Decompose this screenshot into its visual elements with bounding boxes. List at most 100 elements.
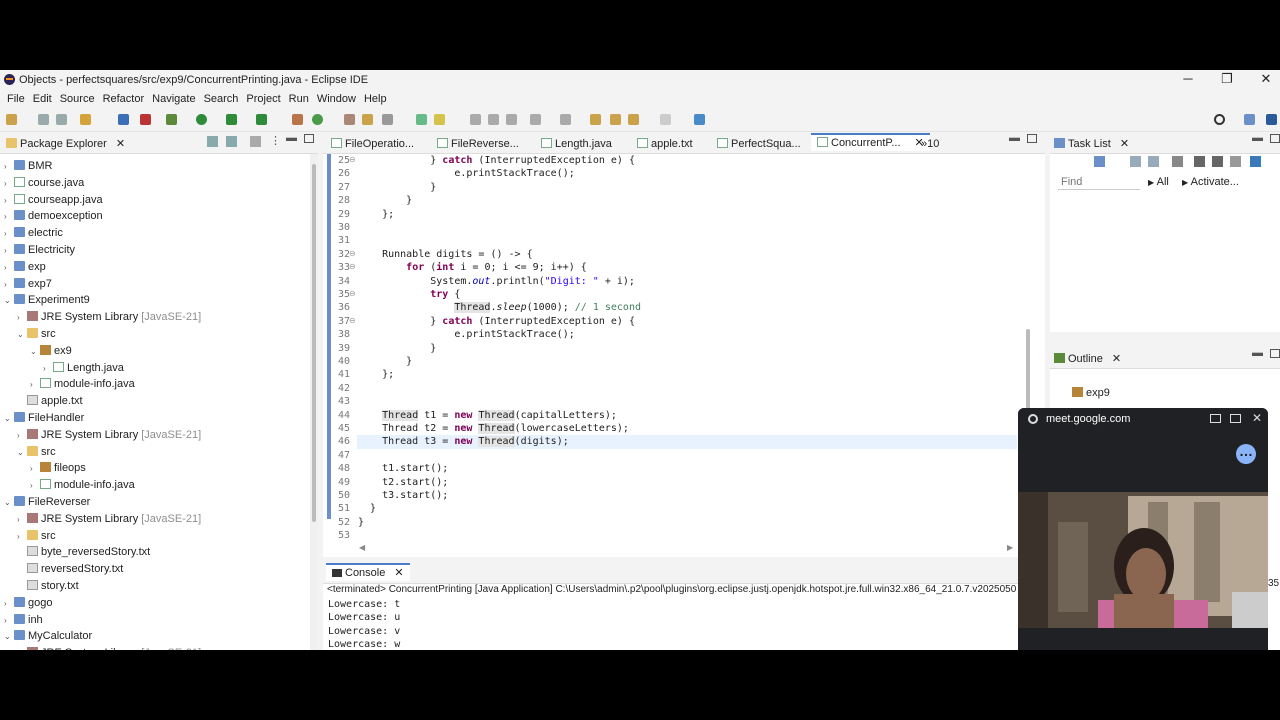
meet-pip-window[interactable]: meet.google.com ✕ …	[1018, 408, 1268, 650]
tree-scrollbar-thumb[interactable]	[312, 164, 316, 522]
tree-item[interactable]: › inh	[4, 612, 43, 628]
tree-item[interactable]: › exp	[4, 259, 46, 275]
code-line[interactable]: }	[358, 194, 412, 207]
maximize-view-icon[interactable]	[1270, 349, 1280, 358]
fold-toggle-icon[interactable]: ⊖	[349, 262, 356, 271]
console-tab[interactable]: Console ✕	[326, 563, 410, 581]
code-line[interactable]: }	[358, 502, 376, 515]
code-line[interactable]: t2.start();	[358, 476, 448, 489]
code-line[interactable]: Runnable digits = () -> {	[358, 248, 533, 261]
menu-source[interactable]: Source	[53, 93, 95, 105]
collapsed-chevron-icon[interactable]: ›	[4, 613, 14, 629]
code-line[interactable]: for (int i = 0; i <= 9; i++) {	[358, 261, 587, 274]
close-icon[interactable]: ✕	[394, 567, 403, 579]
minimize-view-icon[interactable]: ▬	[1252, 132, 1263, 144]
more-options-icon[interactable]: …	[1236, 444, 1256, 464]
show-whitespace-icon[interactable]	[488, 114, 499, 125]
filter-icon[interactable]	[250, 136, 261, 147]
close-icon[interactable]: ✕	[116, 138, 125, 150]
outline-item[interactable]: exp9	[1072, 387, 1110, 399]
save-icon[interactable]	[38, 114, 49, 125]
collapsed-chevron-icon[interactable]: ›	[4, 260, 14, 276]
categorized-icon[interactable]	[1130, 156, 1141, 167]
tree-item[interactable]: › fileops	[30, 460, 86, 476]
synchronize-icon[interactable]	[1194, 156, 1205, 167]
menu-refactor[interactable]: Refactor	[96, 93, 145, 105]
tree-item[interactable]: › Electricity	[4, 242, 75, 258]
code-line[interactable]: } catch (InterruptedException e) {	[358, 154, 635, 167]
tree-item[interactable]: ⌄ FileHandler	[4, 410, 84, 426]
activate-filter[interactable]: ▶ Activate...	[1182, 176, 1239, 188]
code-line[interactable]: };	[358, 208, 394, 221]
code-line[interactable]: e.printStackTrace();	[358, 328, 574, 341]
skip-breakpoints-icon[interactable]	[140, 114, 151, 125]
expanded-chevron-icon[interactable]: ⌄	[4, 629, 14, 645]
collapsed-chevron-icon[interactable]: ›	[17, 646, 27, 650]
scroll-right-icon[interactable]: ▶	[1007, 543, 1013, 552]
close-window-button[interactable]: ✕	[1246, 70, 1280, 90]
code-line[interactable]: }	[358, 516, 364, 529]
tree-item[interactable]: › JRE System Library[JavaSE-21]	[17, 309, 201, 325]
new-task-icon[interactable]	[1094, 156, 1105, 167]
editor-tab[interactable]: Length.java	[541, 136, 612, 154]
close-icon[interactable]: ✕	[1120, 138, 1129, 150]
expanded-chevron-icon[interactable]: ⌄	[17, 445, 27, 461]
debug-icon[interactable]	[166, 114, 177, 125]
terminal-icon[interactable]	[118, 114, 129, 125]
hide-completed-icon[interactable]	[1172, 156, 1183, 167]
scroll-left-icon[interactable]: ◀	[359, 543, 365, 552]
tree-item[interactable]: › course.java	[4, 175, 84, 191]
code-line[interactable]: t3.start();	[358, 489, 448, 502]
collapse-all-icon[interactable]	[207, 136, 218, 147]
back-to-tab-icon[interactable]	[1210, 414, 1221, 423]
code-line[interactable]: } catch (InterruptedException e) {	[358, 315, 635, 328]
tree-item[interactable]: reversedStory.txt	[17, 561, 123, 577]
collapsed-chevron-icon[interactable]: ›	[30, 461, 40, 477]
collapsed-chevron-icon[interactable]: ›	[17, 529, 27, 545]
code-line[interactable]: Thread t2 = new Thread(lowercaseLetters)…	[358, 422, 629, 435]
editor-tab[interactable]: FileReverse...	[437, 136, 519, 154]
java-perspective-icon[interactable]	[1266, 114, 1277, 125]
tree-item[interactable]: ⌄ FileReverser	[4, 494, 90, 510]
tree-item[interactable]: ⌄ MyCalculator	[4, 628, 92, 644]
minimize-button[interactable]: ─	[1168, 70, 1208, 90]
fold-toggle-icon[interactable]: ⊖	[349, 316, 356, 325]
collapsed-chevron-icon[interactable]: ›	[4, 226, 14, 242]
code-line[interactable]: }	[358, 342, 436, 355]
coverage-icon[interactable]	[226, 114, 237, 125]
tree-item[interactable]: › BMR	[4, 158, 52, 174]
new-icon[interactable]	[6, 114, 17, 125]
code-line[interactable]: Thread t1 = new Thread(capitalLetters);	[358, 409, 617, 422]
outline-tab[interactable]: Outline ✕	[1054, 351, 1121, 369]
collapsed-chevron-icon[interactable]: ›	[4, 193, 14, 209]
minimize-view-icon[interactable]: ▬	[1252, 347, 1263, 359]
tree-item[interactable]: › module-info.java	[30, 376, 135, 392]
code-line[interactable]: e.printStackTrace();	[358, 167, 574, 180]
code-line[interactable]: };	[358, 368, 394, 381]
fold-toggle-icon[interactable]: ⊖	[349, 289, 356, 298]
expanded-chevron-icon[interactable]: ⌄	[17, 327, 27, 343]
tree-item[interactable]: apple.txt	[17, 393, 83, 409]
menu-file[interactable]: File	[0, 93, 25, 105]
menu-run[interactable]: Run	[282, 93, 309, 105]
collapsed-chevron-icon[interactable]: ›	[4, 159, 14, 175]
save-all-icon[interactable]	[56, 114, 67, 125]
collapsed-chevron-icon[interactable]: ›	[4, 277, 14, 293]
code-line[interactable]: System.out.println("Digit: " + i);	[358, 275, 635, 288]
editor-tab[interactable]: PerfectSqua...	[717, 136, 801, 154]
new-java-class-icon[interactable]	[312, 114, 323, 125]
code-line[interactable]: Thread t3 = new Thread(digits);	[358, 435, 569, 448]
collapsed-chevron-icon[interactable]: ›	[43, 361, 53, 377]
pin-editor-icon[interactable]	[694, 114, 705, 125]
collapsed-chevron-icon[interactable]: ›	[17, 512, 27, 528]
external-tools-icon[interactable]	[256, 114, 267, 125]
tree-item[interactable]: ⌄ ex9	[30, 343, 72, 359]
collapsed-chevron-icon[interactable]: ›	[30, 377, 40, 393]
perspective-icon[interactable]	[1244, 114, 1255, 125]
run-icon[interactable]	[196, 114, 207, 125]
expanded-chevron-icon[interactable]: ⌄	[30, 344, 40, 360]
new-java-project-icon[interactable]	[292, 114, 303, 125]
collapsed-chevron-icon[interactable]: ›	[4, 596, 14, 612]
task-list-tab[interactable]: Task List ✕	[1054, 136, 1129, 154]
editor-tab[interactable]: ConcurrentP... ✕	[811, 133, 930, 151]
